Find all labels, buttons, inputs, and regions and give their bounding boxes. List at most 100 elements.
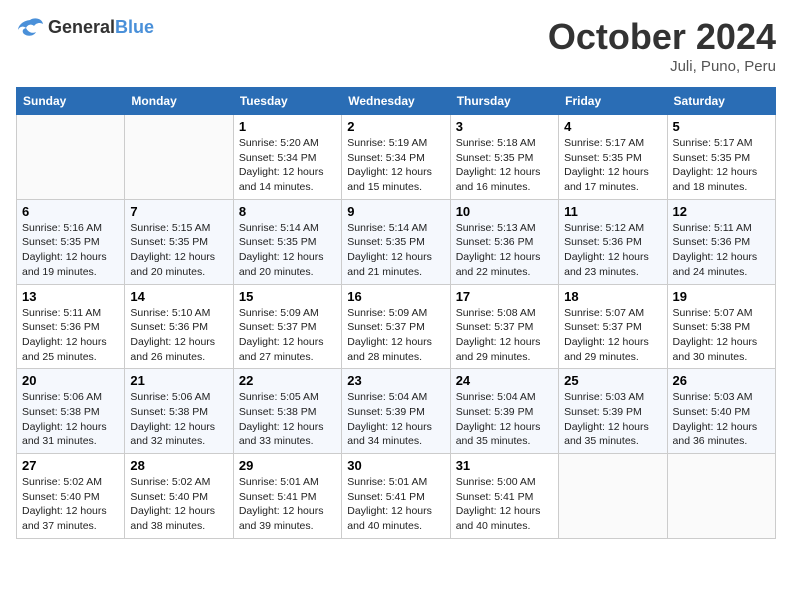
calendar-cell [559, 454, 667, 539]
day-number: 19 [673, 289, 770, 304]
day-number: 23 [347, 373, 444, 388]
calendar-cell: 8 Sunrise: 5:14 AM Sunset: 5:35 PM Daylig… [233, 199, 341, 284]
day-info: Sunrise: 5:02 AM Sunset: 5:40 PM Dayligh… [22, 475, 119, 534]
calendar-cell: 11Sunrise: 5:12 AM Sunset: 5:36 PM Dayli… [559, 199, 667, 284]
calendar-cell: 5 Sunrise: 5:17 AM Sunset: 5:35 PM Daylig… [667, 115, 775, 200]
logo-blue: Blue [115, 17, 154, 37]
day-number: 18 [564, 289, 661, 304]
calendar-cell: 4Sunrise: 5:17 AM Sunset: 5:35 PM Daylig… [559, 115, 667, 200]
day-info: Sunrise: 5:05 AM Sunset: 5:38 PM Dayligh… [239, 390, 336, 449]
calendar-cell: 25 Sunrise: 5:03 AM Sunset: 5:39 PM Dayli… [559, 369, 667, 454]
day-info: Sunrise: 5:09 AM Sunset: 5:37 PM Dayligh… [347, 306, 444, 365]
calendar-cell: 18 Sunrise: 5:07 AM Sunset: 5:37 PM Dayli… [559, 284, 667, 369]
calendar-week-row: 20 Sunrise: 5:06 AM Sunset: 5:38 PM Dayli… [17, 369, 776, 454]
calendar-cell: 16 Sunrise: 5:09 AM Sunset: 5:37 PM Dayli… [342, 284, 450, 369]
calendar-cell: 22 Sunrise: 5:05 AM Sunset: 5:38 PM Dayli… [233, 369, 341, 454]
day-info: Sunrise: 5:09 AM Sunset: 5:37 PM Dayligh… [239, 306, 336, 365]
day-number: 31 [456, 458, 553, 473]
calendar-cell: 27 Sunrise: 5:02 AM Sunset: 5:40 PM Dayli… [17, 454, 125, 539]
calendar-cell: 1 Sunrise: 5:20 AM Sunset: 5:34 PM Daylig… [233, 115, 341, 200]
day-number: 16 [347, 289, 444, 304]
day-number: 8 [239, 204, 336, 219]
day-number: 30 [347, 458, 444, 473]
day-number: 7 [130, 204, 227, 219]
calendar-cell: 28 Sunrise: 5:02 AM Sunset: 5:40 PM Dayli… [125, 454, 233, 539]
day-info: Sunrise: 5:18 AM Sunset: 5:35 PM Dayligh… [456, 136, 553, 195]
day-number: 21 [130, 373, 227, 388]
calendar-cell [667, 454, 775, 539]
calendar-week-row: 1 Sunrise: 5:20 AM Sunset: 5:34 PM Daylig… [17, 115, 776, 200]
calendar-cell: 30 Sunrise: 5:01 AM Sunset: 5:41 PM Dayli… [342, 454, 450, 539]
calendar-week-row: 27 Sunrise: 5:02 AM Sunset: 5:40 PM Dayli… [17, 454, 776, 539]
calendar-header-row: Sunday Monday Tuesday Wednesday Thursday… [17, 88, 776, 115]
day-info: Sunrise: 5:01 AM Sunset: 5:41 PM Dayligh… [347, 475, 444, 534]
day-number: 1 [239, 119, 336, 134]
day-number: 29 [239, 458, 336, 473]
day-number: 5 [673, 119, 770, 134]
month-title: October 2024 [548, 16, 776, 58]
calendar-cell: 6Sunrise: 5:16 AM Sunset: 5:35 PM Daylig… [17, 199, 125, 284]
day-info: Sunrise: 5:14 AM Sunset: 5:35 PM Dayligh… [239, 221, 336, 280]
day-info: Sunrise: 5:06 AM Sunset: 5:38 PM Dayligh… [22, 390, 119, 449]
calendar-cell: 2Sunrise: 5:19 AM Sunset: 5:34 PM Daylig… [342, 115, 450, 200]
day-info: Sunrise: 5:17 AM Sunset: 5:35 PM Dayligh… [673, 136, 770, 195]
day-number: 3 [456, 119, 553, 134]
day-number: 27 [22, 458, 119, 473]
day-number: 26 [673, 373, 770, 388]
calendar-cell: 29 Sunrise: 5:01 AM Sunset: 5:41 PM Dayli… [233, 454, 341, 539]
day-number: 6 [22, 204, 119, 219]
col-friday: Friday [559, 88, 667, 115]
day-info: Sunrise: 5:00 AM Sunset: 5:41 PM Dayligh… [456, 475, 553, 534]
title-block: October 2024 Juli, Puno, Peru [548, 16, 776, 75]
calendar-cell: 21Sunrise: 5:06 AM Sunset: 5:38 PM Dayli… [125, 369, 233, 454]
calendar-cell: 31 Sunrise: 5:00 AM Sunset: 5:41 PM Dayli… [450, 454, 558, 539]
calendar-cell: 3 Sunrise: 5:18 AM Sunset: 5:35 PM Daylig… [450, 115, 558, 200]
day-info: Sunrise: 5:02 AM Sunset: 5:40 PM Dayligh… [130, 475, 227, 534]
calendar-cell: 7 Sunrise: 5:15 AM Sunset: 5:35 PM Daylig… [125, 199, 233, 284]
logo-icon [16, 16, 44, 38]
calendar-cell: 15 Sunrise: 5:09 AM Sunset: 5:37 PM Dayli… [233, 284, 341, 369]
day-number: 2 [347, 119, 444, 134]
day-number: 9 [347, 204, 444, 219]
day-info: Sunrise: 5:01 AM Sunset: 5:41 PM Dayligh… [239, 475, 336, 534]
day-info: Sunrise: 5:04 AM Sunset: 5:39 PM Dayligh… [456, 390, 553, 449]
col-wednesday: Wednesday [342, 88, 450, 115]
day-info: Sunrise: 5:12 AM Sunset: 5:36 PM Dayligh… [564, 221, 661, 280]
day-info: Sunrise: 5:14 AM Sunset: 5:35 PM Dayligh… [347, 221, 444, 280]
day-info: Sunrise: 5:07 AM Sunset: 5:37 PM Dayligh… [564, 306, 661, 365]
day-number: 12 [673, 204, 770, 219]
day-number: 20 [22, 373, 119, 388]
day-info: Sunrise: 5:03 AM Sunset: 5:39 PM Dayligh… [564, 390, 661, 449]
day-info: Sunrise: 5:15 AM Sunset: 5:35 PM Dayligh… [130, 221, 227, 280]
day-info: Sunrise: 5:11 AM Sunset: 5:36 PM Dayligh… [673, 221, 770, 280]
calendar-cell: 9 Sunrise: 5:14 AM Sunset: 5:35 PM Daylig… [342, 199, 450, 284]
day-info: Sunrise: 5:20 AM Sunset: 5:34 PM Dayligh… [239, 136, 336, 195]
col-sunday: Sunday [17, 88, 125, 115]
calendar-cell: 24Sunrise: 5:04 AM Sunset: 5:39 PM Dayli… [450, 369, 558, 454]
calendar-cell: 13Sunrise: 5:11 AM Sunset: 5:36 PM Dayli… [17, 284, 125, 369]
calendar-week-row: 13Sunrise: 5:11 AM Sunset: 5:36 PM Dayli… [17, 284, 776, 369]
col-monday: Monday [125, 88, 233, 115]
day-info: Sunrise: 5:07 AM Sunset: 5:38 PM Dayligh… [673, 306, 770, 365]
calendar-table: Sunday Monday Tuesday Wednesday Thursday… [16, 87, 776, 539]
day-number: 15 [239, 289, 336, 304]
calendar-cell: 14Sunrise: 5:10 AM Sunset: 5:36 PM Dayli… [125, 284, 233, 369]
day-number: 17 [456, 289, 553, 304]
col-thursday: Thursday [450, 88, 558, 115]
col-saturday: Saturday [667, 88, 775, 115]
logo: GeneralBlue [16, 16, 154, 38]
logo-text: GeneralBlue [48, 17, 154, 38]
calendar-cell [125, 115, 233, 200]
calendar-cell: 23 Sunrise: 5:04 AM Sunset: 5:39 PM Dayli… [342, 369, 450, 454]
day-number: 10 [456, 204, 553, 219]
calendar-cell: 10 Sunrise: 5:13 AM Sunset: 5:36 PM Dayli… [450, 199, 558, 284]
day-number: 4 [564, 119, 661, 134]
day-info: Sunrise: 5:10 AM Sunset: 5:36 PM Dayligh… [130, 306, 227, 365]
day-number: 28 [130, 458, 227, 473]
day-info: Sunrise: 5:13 AM Sunset: 5:36 PM Dayligh… [456, 221, 553, 280]
day-number: 25 [564, 373, 661, 388]
day-info: Sunrise: 5:08 AM Sunset: 5:37 PM Dayligh… [456, 306, 553, 365]
calendar-cell: 19 Sunrise: 5:07 AM Sunset: 5:38 PM Dayli… [667, 284, 775, 369]
day-info: Sunrise: 5:04 AM Sunset: 5:39 PM Dayligh… [347, 390, 444, 449]
day-number: 22 [239, 373, 336, 388]
